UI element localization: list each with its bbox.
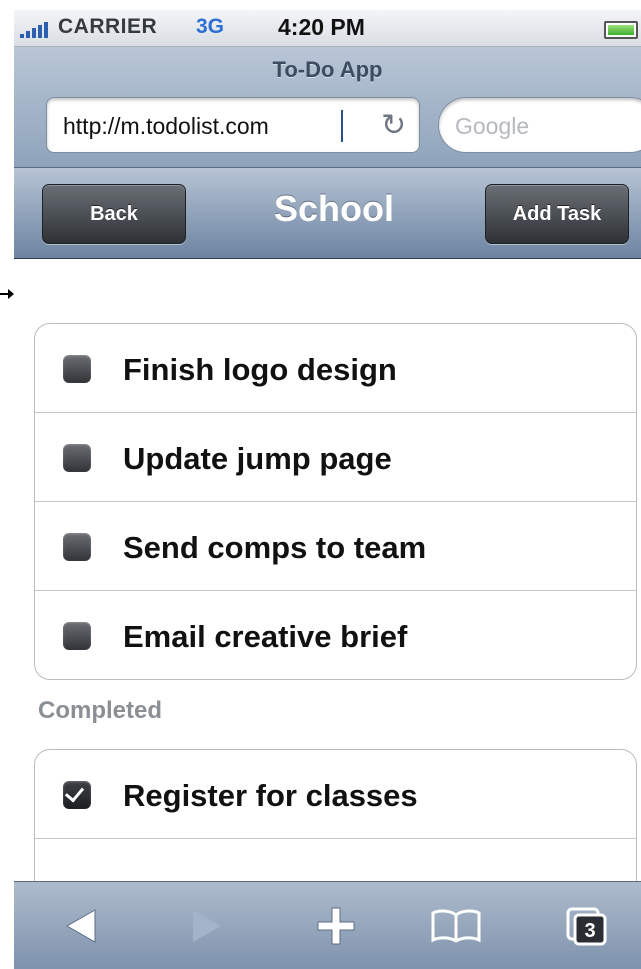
task-row[interactable]: Send comps to team <box>35 502 636 591</box>
address-bar[interactable]: http://m.todolist.com ↻ <box>46 97 420 153</box>
battery-icon <box>604 21 638 39</box>
browser-page-title: To-Do App <box>272 57 383 82</box>
browser-toolbar: 3 <box>14 881 641 969</box>
task-label: Finish logo design <box>123 352 397 387</box>
browser-chrome: To-Do App http://m.todolist.com ↻ Google <box>14 47 641 168</box>
status-bar: CARRIER 3G 4:20 PM <box>14 10 641 47</box>
completed-task-row[interactable]: Register for classes <box>35 750 636 839</box>
completed-checkbox[interactable] <box>63 781 91 809</box>
bookmarks-icon[interactable] <box>416 882 496 969</box>
nav-title: School <box>273 188 394 229</box>
task-checkbox[interactable] <box>63 622 91 650</box>
task-row[interactable]: Finish logo design <box>35 324 636 413</box>
task-checkbox[interactable] <box>63 444 91 472</box>
pointer-arrow-icon <box>0 287 14 299</box>
text-cursor <box>341 110 343 142</box>
forward-arrow-icon[interactable] <box>166 882 246 969</box>
network-type: 3G <box>196 15 225 38</box>
checkmark-icon <box>64 782 85 803</box>
task-row[interactable]: Update jump page <box>35 413 636 502</box>
add-task-button[interactable]: Add Task <box>485 184 629 244</box>
task-label: Register for classes <box>123 778 418 813</box>
task-label: Email creative brief <box>123 619 408 654</box>
active-task-group: Finish logo design Update jump page Send… <box>34 323 637 680</box>
task-label: Update jump page <box>123 441 392 476</box>
tab-count: 3 <box>584 920 595 942</box>
pages-icon[interactable]: 3 <box>546 882 626 969</box>
address-text: http://m.todolist.com <box>63 113 269 139</box>
back-arrow-icon[interactable] <box>42 882 122 969</box>
task-checkbox[interactable] <box>63 355 91 383</box>
task-checkbox[interactable] <box>63 533 91 561</box>
completed-section-header: Completed <box>38 697 163 724</box>
phone-screen: CARRIER 3G 4:20 PM To-Do App http://m.to… <box>14 10 641 969</box>
reload-icon[interactable]: ↻ <box>381 98 406 154</box>
task-list-area: Finish logo design Update jump page Send… <box>14 259 641 928</box>
search-field[interactable]: Google <box>438 97 641 153</box>
back-button[interactable]: Back <box>42 184 186 244</box>
status-time: 4:20 PM <box>278 14 365 40</box>
nav-bar: Back School Add Task <box>14 168 641 259</box>
task-label: Send comps to team <box>123 530 427 565</box>
signal-strength-icon <box>20 22 48 38</box>
plus-icon[interactable] <box>296 882 376 969</box>
task-row[interactable]: Email creative brief <box>35 591 636 679</box>
carrier-name: CARRIER <box>58 15 158 38</box>
